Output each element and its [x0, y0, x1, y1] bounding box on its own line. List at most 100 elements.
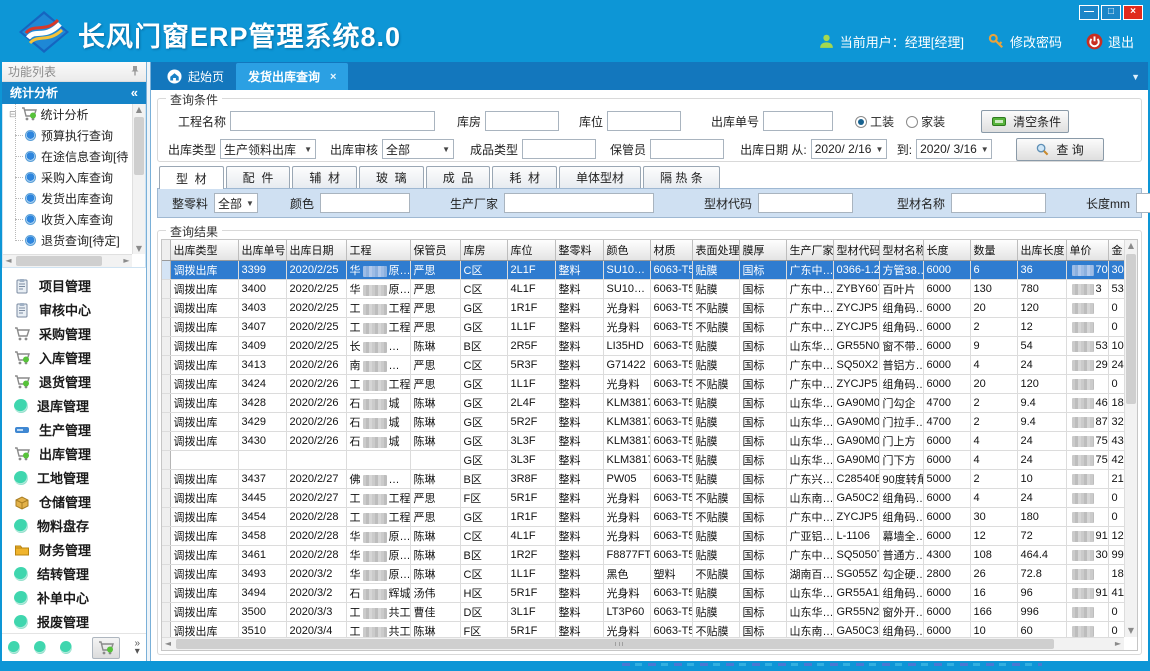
- logout-button[interactable]: 退出: [1086, 32, 1134, 51]
- table-row[interactable]: 调拨出库34092020/2/25长…陈琳B区2R5F整料LI35HD6063-…: [162, 337, 1124, 356]
- tree-item[interactable]: 收货入库查询: [3, 209, 132, 230]
- row-header-cell[interactable]: [162, 337, 170, 356]
- column-header[interactable]: 工程: [346, 240, 410, 261]
- table-row[interactable]: 调拨出库34542020/2/28工工程严思G区1R1F整料光身料6063-T5…: [162, 508, 1124, 527]
- keeper-input[interactable]: [650, 139, 724, 159]
- date-to-picker[interactable]: 2020/ 3/16▼: [916, 139, 992, 159]
- minimize-button[interactable]: —: [1079, 5, 1099, 20]
- sidebar-item-工地管理[interactable]: 工地管理: [2, 466, 146, 490]
- filter-input[interactable]: [504, 193, 654, 213]
- row-header-cell[interactable]: [162, 565, 170, 584]
- table-row[interactable]: 调拨出库34132020/2/26南…严思C区5R3F整料G714226063-…: [162, 356, 1124, 375]
- table-row[interactable]: G区3L3F整料KLM38176063-T5贴膜国标山东华…GA90M09.门下…: [162, 451, 1124, 470]
- tab-close-icon[interactable]: ×: [330, 71, 336, 83]
- filter-input[interactable]: [951, 193, 1046, 213]
- column-header[interactable]: 表面处理: [692, 240, 739, 261]
- column-header[interactable]: 库位: [507, 240, 555, 261]
- column-header[interactable]: 材质: [650, 240, 692, 261]
- sidebar-item-出库管理[interactable]: 出库管理: [2, 442, 146, 466]
- tree-item[interactable]: 采购入库查询: [3, 167, 132, 188]
- cart-shortcut-button[interactable]: [92, 637, 120, 659]
- table-row[interactable]: 调拨出库34292020/2/26石城陈琳G区5R2F整料KLM38176063…: [162, 413, 1124, 432]
- sidebar-item-物料盘存[interactable]: 物料盘存: [2, 514, 146, 538]
- table-row[interactable]: 调拨出库33992020/2/25华原…严思C区2L1F整料SU10…6063-…: [162, 261, 1124, 280]
- filter-input[interactable]: [1136, 193, 1150, 213]
- row-header-cell[interactable]: [162, 413, 170, 432]
- sidebar-item-入库管理[interactable]: 入库管理: [2, 346, 146, 370]
- material-tab[interactable]: 单体型材: [559, 166, 641, 188]
- tree-vertical-scrollbar[interactable]: ▲ ▼: [132, 104, 145, 254]
- column-header[interactable]: 出库长度: [1017, 240, 1066, 261]
- order-no-input[interactable]: [763, 111, 833, 131]
- row-header-cell[interactable]: [162, 375, 170, 394]
- tab-list-dropdown-icon[interactable]: ▼: [1131, 72, 1140, 82]
- row-header-cell[interactable]: [162, 622, 170, 638]
- sidebar-item-采购管理[interactable]: 采购管理: [2, 322, 146, 346]
- warehouse-input[interactable]: [485, 111, 559, 131]
- material-tab[interactable]: 配 件: [226, 166, 291, 188]
- sidebar-item-生产管理[interactable]: 生产管理: [2, 418, 146, 442]
- close-button[interactable]: ×: [1123, 5, 1143, 20]
- table-row[interactable]: 调拨出库34072020/2/25工工程严思G区1L1F整料光身料6063-T5…: [162, 318, 1124, 337]
- column-header[interactable]: 保管员: [410, 240, 460, 261]
- dot-icon[interactable]: [60, 641, 72, 654]
- column-header[interactable]: 膜厚: [739, 240, 786, 261]
- table-row[interactable]: 调拨出库34242020/2/26工工程严思G区1L1F整料光身料6063-T5…: [162, 375, 1124, 394]
- collapse-icon[interactable]: «: [131, 85, 138, 100]
- sidebar-item-补单中心[interactable]: 补单中心: [2, 586, 146, 610]
- table-row[interactable]: 调拨出库34582020/2/28华原…陈琳C区4L1F整料光身料6063-T5…: [162, 527, 1124, 546]
- sidebar-item-审核中心[interactable]: 审核中心: [2, 298, 146, 322]
- row-header-cell[interactable]: [162, 261, 170, 280]
- sidebar-item-结转管理[interactable]: 结转管理: [2, 562, 146, 586]
- tree-item[interactable]: 预算执行查询: [3, 125, 132, 146]
- radio-gongzhuang[interactable]: 工装: [855, 113, 894, 130]
- column-header[interactable]: 型材名称: [879, 240, 923, 261]
- column-header[interactable]: 金: [1108, 240, 1124, 261]
- column-header[interactable]: 出库单号: [238, 240, 286, 261]
- search-button[interactable]: 查 询: [1016, 138, 1104, 161]
- table-row[interactable]: 调拨出库34032020/2/25工工程严思G区1R1F整料光身料6063-T5…: [162, 299, 1124, 318]
- product-type-input[interactable]: [522, 139, 596, 159]
- grid-horizontal-scrollbar[interactable]: ◄ ►: [162, 637, 1124, 650]
- sidebar-item-退货管理[interactable]: 退货管理: [2, 370, 146, 394]
- date-from-picker[interactable]: 2020/ 2/16▼: [811, 139, 887, 159]
- table-row[interactable]: 调拨出库34942020/3/2石辉城汤伟H区5R1F整料光身料6063-T5贴…: [162, 584, 1124, 603]
- table-row[interactable]: 调拨出库34302020/2/26石城陈琳G区3L3F整料KLM38176063…: [162, 432, 1124, 451]
- radio-selected-icon[interactable]: [855, 116, 867, 128]
- row-header-cell[interactable]: [162, 394, 170, 413]
- table-row[interactable]: 调拨出库34282020/2/26石城陈琳G区2L4F整料KLM38176063…: [162, 394, 1124, 413]
- table-row[interactable]: 调拨出库34452020/2/27工工程严思F区5R1F整料光身料6063-T5…: [162, 489, 1124, 508]
- sidebar-item-财务管理[interactable]: 财务管理: [2, 538, 146, 562]
- tree-root[interactable]: ⊟ 统计分析: [3, 104, 132, 125]
- column-header[interactable]: 长度: [923, 240, 970, 261]
- tree-item[interactable]: 在途信息查询[待: [3, 146, 132, 167]
- material-tab[interactable]: 玻 璃: [359, 166, 424, 188]
- location-input[interactable]: [607, 111, 681, 131]
- tree-horizontal-scrollbar[interactable]: ◄ ►: [3, 254, 132, 267]
- row-header-cell[interactable]: [162, 489, 170, 508]
- row-header-cell[interactable]: [162, 280, 170, 299]
- column-header[interactable]: 单价: [1066, 240, 1108, 261]
- filter-select[interactable]: 全部▼: [214, 193, 258, 213]
- column-header[interactable]: 出库日期: [286, 240, 346, 261]
- table-row[interactable]: 调拨出库34372020/2/27佛…陈琳B区3R8F整料PW056063-T5…: [162, 470, 1124, 489]
- grid-vertical-scrollbar[interactable]: ▲ ▼: [1124, 240, 1137, 637]
- column-header[interactable]: 颜色: [603, 240, 650, 261]
- sidebar-overflow-button[interactable]: »▾: [134, 640, 140, 656]
- dot-icon[interactable]: [8, 641, 20, 654]
- pin-icon[interactable]: [130, 65, 140, 77]
- sidebar-item-报废管理[interactable]: 报废管理: [2, 610, 146, 633]
- sidebar-item-退库管理[interactable]: 退库管理: [2, 394, 146, 418]
- table-row[interactable]: 调拨出库34002020/2/25华原…严思C区4L1F整料SU10…6063-…: [162, 280, 1124, 299]
- out-type-select[interactable]: 生产领料出库▼: [220, 139, 316, 159]
- column-header[interactable]: 型材代码: [833, 240, 879, 261]
- sidebar-item-项目管理[interactable]: 项目管理: [2, 274, 146, 298]
- row-header-cell[interactable]: [162, 356, 170, 375]
- row-header-cell[interactable]: [162, 527, 170, 546]
- row-header-cell[interactable]: [162, 470, 170, 489]
- material-tab[interactable]: 成 品: [426, 166, 491, 188]
- material-tab[interactable]: 耗 材: [492, 166, 557, 188]
- column-header[interactable]: 生产厂家: [786, 240, 833, 261]
- row-header-cell[interactable]: [162, 318, 170, 337]
- tree-item[interactable]: 退货查询[待定]: [3, 230, 132, 251]
